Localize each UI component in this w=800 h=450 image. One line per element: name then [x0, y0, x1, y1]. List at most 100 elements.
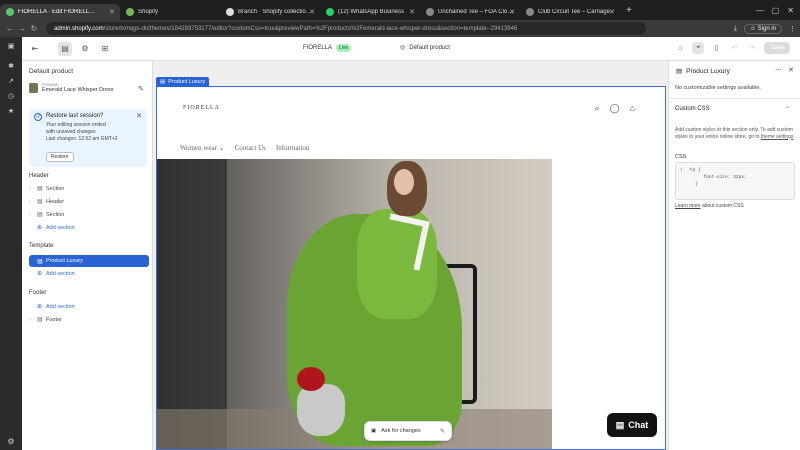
edit-pencil-icon[interactable]: ✎	[138, 85, 144, 93]
section-icon: ▤	[37, 186, 43, 192]
close-icon[interactable]: ✕	[788, 66, 794, 74]
forward-icon[interactable]: →	[16, 24, 28, 33]
sidebar-item-footer[interactable]: › ▤ Footer	[29, 314, 147, 325]
css-editor[interactable]: 1 h2 { font-size: 32px; }	[675, 162, 795, 200]
chat-label: Chat	[628, 420, 649, 430]
new-tab-icon[interactable]: +	[626, 5, 632, 16]
section-tag[interactable]: ▤ Product Luxury	[156, 77, 210, 87]
chat-button[interactable]: ▤ Chat	[607, 413, 657, 437]
add-section-label: Add section	[46, 303, 75, 310]
browser-tab-club-circuit[interactable]: Club Circuit Tee – Carnage ✕	[520, 4, 620, 20]
close-icon[interactable]: ✕	[109, 8, 115, 16]
send-icon[interactable]: ✎	[440, 428, 445, 435]
sidebar-item-label: Section	[46, 211, 65, 218]
plus-circle-icon: ⊕	[37, 304, 43, 310]
menu-icon[interactable]: ⋮	[789, 25, 796, 33]
add-section-footer-button[interactable]: ⊕ Add section	[29, 301, 147, 312]
store-logo[interactable]: FIORELLA	[183, 105, 220, 111]
close-icon[interactable]: ✕	[609, 8, 615, 16]
browser-tab-fiorella[interactable]: FIORELLA · Edit FIORELLA · Sh ✕	[0, 3, 120, 20]
learn-more-text: about custom CSS	[701, 203, 744, 209]
template-selector[interactable]: ◎ Default product	[400, 44, 450, 52]
minimize-icon[interactable]: —	[756, 6, 764, 15]
theme-name-label: FIORELLA	[303, 45, 333, 51]
account-icon[interactable]: ◯	[609, 103, 619, 114]
nav-women-wear[interactable]: Women wear ⌄	[180, 144, 225, 152]
chevron-right-icon[interactable]: ›	[29, 212, 37, 218]
history-icon[interactable]: ◷	[0, 88, 22, 103]
inspector-icon[interactable]: ⌖	[692, 42, 705, 54]
reload-icon[interactable]: ↻	[28, 24, 40, 33]
close-icon[interactable]: ✕	[136, 112, 142, 120]
maximize-icon[interactable]: ▢	[772, 6, 780, 15]
section-icon: ▤	[37, 212, 43, 218]
plus-circle-icon: ⊕	[37, 271, 43, 277]
browser-tab-branch[interactable]: Branch · Shopify collection dis ✕	[220, 4, 320, 20]
bookmark-icon[interactable]: ★	[0, 103, 22, 118]
preview-product[interactable]: Preview Emerald Lace Whisper Dress	[29, 82, 114, 93]
address-bar-tools: ⤓ ☺ Sign in ⋮	[734, 23, 796, 34]
chevron-right-icon[interactable]: ›	[29, 186, 37, 192]
footer-group-label: Footer	[29, 290, 47, 296]
sign-in-label: Sign in	[757, 25, 776, 32]
chat-bubble-icon: ▤	[615, 419, 625, 430]
home-icon[interactable]: ✱	[0, 58, 22, 73]
header-group-label: Header	[29, 173, 49, 179]
sidebar-item-header[interactable]: › ▤ Header	[29, 196, 147, 207]
theme-name[interactable]: FIORELLA Live	[303, 44, 352, 52]
sidebar-item-section[interactable]: › ▤ Section	[29, 183, 147, 194]
theme-settings-link[interactable]: theme settings	[761, 134, 794, 140]
sidebar-item-product-luxury[interactable]: ▤ Product Luxury	[29, 255, 149, 267]
sign-in-button[interactable]: ☺ Sign in	[743, 23, 782, 34]
restore-button[interactable]: Restore	[46, 152, 74, 162]
nav-contact-us[interactable]: Contact Us	[235, 144, 266, 152]
restore-body-line: with unsaved changes	[46, 129, 96, 135]
tab-title: Shopify	[138, 8, 159, 15]
more-icon[interactable]: ⋯	[775, 66, 782, 74]
sidebar-toggle-icon[interactable]: ▣	[0, 38, 22, 53]
browser-tab-unchained[interactable]: Unchained Tee – FOA Clothing ✕	[420, 4, 520, 20]
add-section-header-button[interactable]: ⊕ Add section	[29, 222, 147, 233]
exit-icon[interactable]: ⇤	[28, 42, 42, 56]
store-preview-icon[interactable]: ⌂	[674, 42, 686, 54]
browser-tab-whatsapp[interactable]: (12) WhatsApp Business ✕	[320, 4, 420, 20]
sidebar-item-section[interactable]: › ▤ Section	[29, 209, 147, 220]
cart-icon[interactable]: ⌂	[630, 103, 635, 114]
no-settings-note: No customizable settings available.	[675, 85, 761, 91]
settings-gear-icon[interactable]: ⚙	[0, 437, 22, 446]
chevron-right-icon[interactable]: ›	[29, 317, 37, 323]
orders-icon[interactable]: ↗	[0, 73, 22, 88]
url-field[interactable]: admin.shopify.com /store/txmqgs-dn/theme…	[46, 22, 646, 35]
sections-icon[interactable]: ▤	[58, 41, 72, 56]
apps-icon[interactable]: ⊞	[98, 42, 112, 56]
storefront-page[interactable]: FIORELLA ⌕ ◯ ⌂ Women wear ⌄ Contact Us I…	[156, 86, 666, 450]
undo-icon[interactable]: ↶	[728, 42, 740, 54]
custom-css-heading[interactable]: Custom CSS	[675, 106, 710, 112]
mobile-view-icon[interactable]: ▯	[710, 42, 722, 54]
add-section-template-button[interactable]: ⊕ Add section	[29, 268, 147, 279]
chevron-up-icon[interactable]: ⌃	[785, 106, 790, 113]
close-icon[interactable]: ✕	[409, 8, 415, 16]
section-icon: ▤	[160, 79, 166, 85]
redo-icon[interactable]: ↷	[746, 42, 758, 54]
code-line: h2 {	[690, 168, 701, 173]
close-icon[interactable]: ✕	[309, 8, 315, 16]
store-nav: Women wear ⌄ Contact Us Information	[180, 144, 309, 152]
close-icon[interactable]: ✕	[509, 8, 515, 16]
back-icon[interactable]: ←	[4, 24, 16, 33]
ask-for-changes-bar[interactable]: ▣ Ask for changes ✎	[364, 421, 452, 441]
search-icon[interactable]: ⌕	[594, 103, 599, 114]
chevron-right-icon[interactable]: ›	[29, 199, 37, 205]
panel-title: Product Luxury	[686, 67, 730, 75]
custom-css-description: Add custom styles to this section only. …	[675, 127, 795, 140]
theme-settings-icon[interactable]: ⚙	[78, 42, 92, 56]
url-host: admin.shopify.com	[54, 25, 104, 32]
sidebar-item-label: Header	[46, 198, 65, 205]
sidekick-icon: ▣	[371, 428, 377, 434]
nav-information[interactable]: Information	[276, 144, 309, 152]
learn-more-link[interactable]: Learn more	[675, 203, 701, 209]
download-icon[interactable]: ⤓	[734, 25, 737, 33]
save-button[interactable]: Save	[764, 42, 790, 54]
close-window-icon[interactable]: ✕	[787, 6, 794, 15]
browser-tab-shopify[interactable]: Shopify	[120, 4, 220, 20]
